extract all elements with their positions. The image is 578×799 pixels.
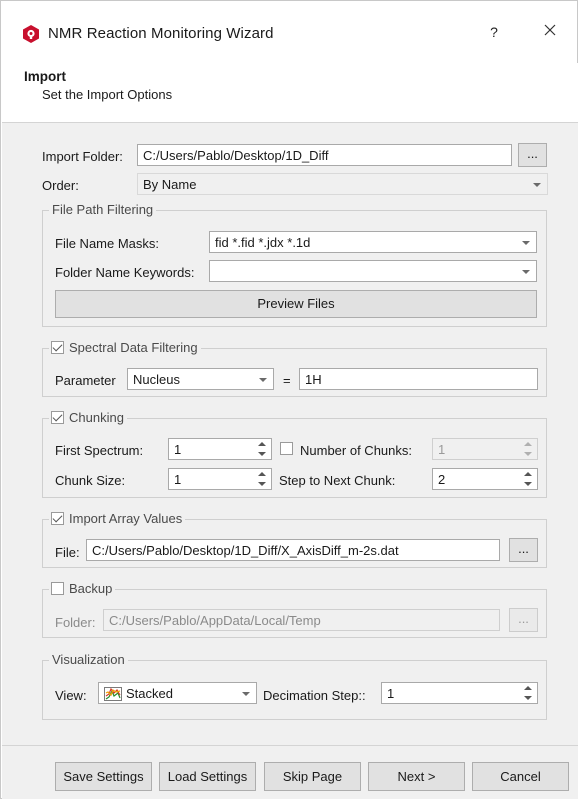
chunk-size-label: Chunk Size: — [55, 473, 126, 488]
spin-down-icon[interactable] — [524, 482, 532, 486]
step-to-next-chunk-spinbox[interactable]: 2 — [432, 468, 538, 490]
import-folder-input[interactable]: C:/Users/Pablo/Desktop/1D_Diff — [137, 144, 512, 166]
chunk-size-value: 1 — [174, 472, 182, 487]
number-of-chunks-label: Number of Chunks: — [300, 443, 412, 458]
page-title: Import — [24, 69, 66, 84]
chevron-down-icon — [533, 183, 541, 187]
parameter-value-input[interactable]: 1H — [299, 368, 538, 390]
app-logo-icon — [22, 25, 40, 43]
chunking-legend[interactable]: Chunking — [49, 410, 127, 425]
import-array-values-label: Import Array Values — [69, 511, 183, 526]
close-button[interactable] — [535, 19, 565, 45]
array-file-browse-button[interactable]: ... — [509, 538, 538, 562]
import-array-values-legend[interactable]: Import Array Values — [49, 511, 186, 526]
file-name-masks-label: File Name Masks: — [55, 236, 160, 251]
skip-page-button[interactable]: Skip Page — [264, 762, 361, 791]
import-array-values-checkbox[interactable] — [51, 512, 64, 525]
spin-up-icon[interactable] — [258, 442, 266, 446]
view-select-value: Stacked — [126, 686, 173, 701]
chunking-checkbox[interactable] — [51, 411, 64, 424]
spin-down-icon[interactable] — [258, 482, 266, 486]
spin-down-icon[interactable] — [524, 696, 532, 700]
spin-up-icon[interactable] — [524, 686, 532, 690]
save-settings-button[interactable]: Save Settings — [55, 762, 152, 791]
folder-name-keywords-label: Folder Name Keywords: — [55, 265, 195, 280]
title-bar: NMR Reaction Monitoring Wizard ? — [1, 1, 577, 63]
chevron-down-icon — [522, 241, 530, 245]
backup-label: Backup — [69, 581, 113, 596]
spin-down-icon[interactable] — [524, 452, 532, 456]
window-title: NMR Reaction Monitoring Wizard — [48, 25, 274, 42]
number-of-chunks-spinbox[interactable]: 1 — [432, 438, 538, 460]
decimation-step-label: Decimation Step:: — [263, 688, 366, 703]
spin-up-icon[interactable] — [524, 472, 532, 476]
chunk-size-spinbox[interactable]: 1 — [168, 468, 272, 490]
chevron-down-icon — [242, 692, 250, 696]
first-spectrum-value: 1 — [174, 442, 182, 457]
preview-files-button[interactable]: Preview Files — [55, 290, 537, 318]
array-file-input[interactable]: C:/Users/Pablo/Desktop/1D_Diff/X_AxisDif… — [86, 539, 500, 561]
page-header: Import Set the Import Options — [2, 63, 578, 123]
order-select[interactable]: By Name — [137, 173, 548, 195]
view-label: View: — [55, 688, 87, 703]
cancel-button[interactable]: Cancel — [472, 762, 569, 791]
help-button[interactable]: ? — [481, 19, 507, 45]
parameter-select-value: Nucleus — [133, 372, 180, 387]
backup-checkbox[interactable] — [51, 582, 64, 595]
first-spectrum-label: First Spectrum: — [55, 443, 144, 458]
load-settings-button[interactable]: Load Settings — [159, 762, 256, 791]
parameter-label: Parameter — [55, 373, 116, 388]
next-button[interactable]: Next > — [368, 762, 465, 791]
step-to-next-chunk-value: 2 — [438, 472, 446, 487]
chunking-label: Chunking — [69, 410, 124, 425]
number-of-chunks-checkbox[interactable] — [280, 442, 293, 455]
file-name-masks-select[interactable]: fid *.fid *.jdx *.1d — [209, 231, 537, 253]
spectral-data-filtering-legend[interactable]: Spectral Data Filtering — [49, 340, 201, 355]
chevron-down-icon — [522, 270, 530, 274]
file-path-filtering-legend: File Path Filtering — [49, 202, 157, 217]
number-of-chunks-value: 1 — [438, 442, 446, 457]
spin-up-icon[interactable] — [524, 442, 532, 446]
stacked-chart-icon — [104, 687, 122, 701]
backup-folder-label: Folder: — [55, 615, 96, 630]
import-folder-label: Import Folder: — [42, 149, 123, 164]
view-select[interactable]: Stacked — [98, 682, 257, 704]
order-label: Order: — [42, 178, 79, 193]
decimation-step-value: 1 — [387, 686, 395, 701]
spectral-data-filtering-checkbox[interactable] — [51, 341, 64, 354]
order-select-value: By Name — [143, 177, 197, 192]
spin-up-icon[interactable] — [258, 472, 266, 476]
visualization-legend: Visualization — [49, 652, 128, 667]
chevron-down-icon — [259, 378, 267, 382]
wizard-window: NMR Reaction Monitoring Wizard ? Import … — [0, 0, 578, 799]
parameter-select[interactable]: Nucleus — [127, 368, 274, 390]
step-to-next-chunk-label: Step to Next Chunk: — [279, 473, 396, 488]
array-file-label: File: — [55, 545, 80, 560]
content-area: Import Folder: C:/Users/Pablo/Desktop/1D… — [2, 123, 578, 745]
folder-name-keywords-select[interactable] — [209, 260, 537, 282]
file-name-masks-value: fid *.fid *.jdx *.1d — [215, 235, 311, 250]
decimation-step-spinbox[interactable]: 1 — [381, 682, 538, 704]
spin-down-icon[interactable] — [258, 452, 266, 456]
import-folder-browse-button[interactable]: ... — [518, 143, 547, 167]
spectral-data-filtering-label: Spectral Data Filtering — [69, 340, 198, 355]
footer-bar: Save Settings Load Settings Skip Page Ne… — [2, 746, 578, 799]
backup-folder-browse-button[interactable]: ... — [509, 608, 538, 632]
backup-folder-input[interactable]: C:/Users/Pablo/AppData/Local/Temp — [103, 609, 500, 631]
first-spectrum-spinbox[interactable]: 1 — [168, 438, 272, 460]
page-subtitle: Set the Import Options — [42, 87, 173, 102]
equals-sign: = — [283, 373, 291, 388]
backup-legend[interactable]: Backup — [49, 581, 116, 596]
close-icon — [544, 24, 556, 36]
